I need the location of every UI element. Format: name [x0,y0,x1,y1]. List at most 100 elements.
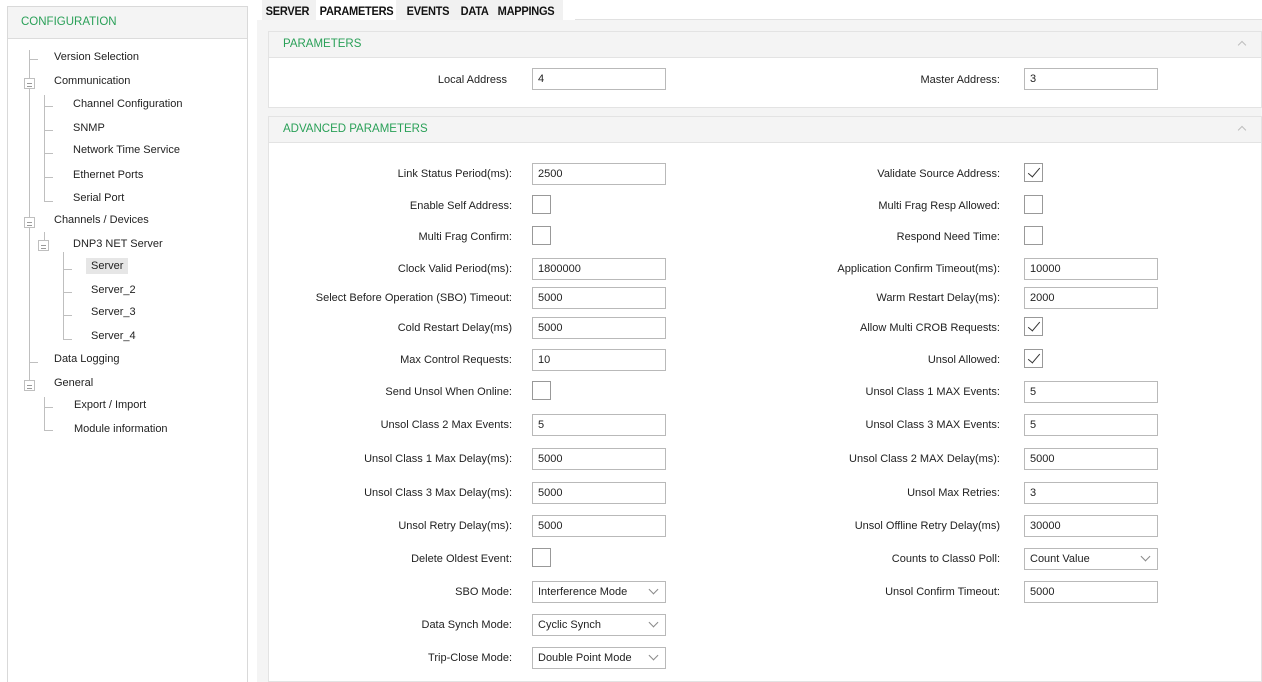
send-unsol-when-online-label: Send Unsol When Online: [385,386,512,398]
tree-expander-channels-devices-icon[interactable] [24,217,35,228]
tree-item-label: Ethernet Ports [73,169,144,181]
unsol-confirm-timeout-label: Unsol Confirm Timeout: [885,586,1000,598]
select-before-operation-sbo-timeout-input[interactable] [532,287,666,309]
sbo-mode-select-value: Interference Mode [538,586,628,598]
clock-valid-period-ms-input[interactable] [532,258,666,280]
tree-item-label: Communication [54,75,131,87]
tab-parameters[interactable]: PARAMETERS [316,0,397,20]
tree-item-ethernet-ports[interactable]: Ethernet Ports [73,166,143,184]
unsol-max-retries-input[interactable] [1024,482,1158,504]
tab-bar: SERVER PARAMETERS EVENTS DATA MAPPINGS [262,0,563,20]
tree-line [63,315,72,316]
collapse-icon[interactable] [1236,38,1248,50]
tree-item-label: Serial Port [73,192,125,204]
multi-frag-resp-allowed-checkbox[interactable] [1024,195,1043,214]
local-address-input[interactable] [532,68,666,90]
data-synch-mode-select-value: Cyclic Synch [538,619,601,631]
link-status-period-ms-input[interactable] [532,163,666,185]
warm-restart-delay-ms-input[interactable] [1024,287,1158,309]
tree-line [63,269,72,270]
multi-frag-resp-allowed-label: Multi Frag Resp Allowed: [878,200,1000,212]
max-control-requests-input[interactable] [532,349,666,371]
tab-events[interactable]: EVENTS [403,0,452,20]
tree-line [44,177,53,178]
unsol-class-2-max-delay-ms-input[interactable] [1024,448,1158,470]
unsol-class-1-max-delay-ms-label: Unsol Class 1 Max Delay(ms): [364,453,512,465]
tree-item-module-information[interactable]: Module information [74,420,168,438]
unsol-confirm-timeout-input[interactable] [1024,581,1158,603]
unsol-offline-retry-delay-ms-input[interactable] [1024,515,1158,537]
tree-item-label: Module information [74,423,168,435]
tree-item-communication[interactable]: Communication [54,72,130,90]
collapse-icon[interactable] [1236,123,1248,135]
tree-item-label: Data Logging [54,353,120,365]
respond-need-time-checkbox[interactable] [1024,226,1043,245]
tree-item-serial-port[interactable]: Serial Port [73,189,124,207]
multi-frag-confirm-checkbox[interactable] [532,226,551,245]
main-panel: PARAMETERS Local Address Master Address:… [257,20,1262,682]
tree-item-server-3[interactable]: Server_3 [91,303,136,321]
chevron-down-icon [649,620,657,628]
tree-item-network-time-service[interactable]: Network Time Service [73,141,180,159]
tree-line [63,339,72,340]
unsol-class-3-max-events-input[interactable] [1024,414,1158,436]
validate-source-address-checkbox[interactable] [1024,163,1043,182]
tab-mappings[interactable]: MAPPINGS [494,0,557,20]
counts-to-class0-poll-label: Counts to Class0 Poll: [891,553,1000,565]
tree-expander-dnp3-net-server-icon[interactable] [38,240,49,251]
unsol-class-3-max-delay-ms-input[interactable] [532,482,666,504]
tree-item-data-logging[interactable]: Data Logging [54,350,119,368]
tree-expander-general-icon[interactable] [24,380,35,391]
trip-close-mode-select[interactable]: Double Point Mode [532,647,666,669]
tree-item-dnp3-net-server[interactable]: DNP3 NET Server [73,235,163,253]
unsol-allowed-checkbox[interactable] [1024,349,1043,368]
chevron-down-icon [1141,554,1149,562]
master-address-input[interactable] [1024,68,1158,90]
parameters-section-header[interactable]: PARAMETERS [269,32,1261,58]
tree-line [44,201,53,202]
advanced-parameters-section-title: ADVANCED PARAMETERS [283,123,428,135]
trip-close-mode-label: Trip-Close Mode: [428,652,512,664]
tab-server[interactable]: SERVER [262,0,312,20]
tree-item-export-import[interactable]: Export / Import [74,396,146,414]
tree-item-general[interactable]: General [54,374,93,392]
tree-item-server-4[interactable]: Server_4 [91,327,136,345]
tree-line [44,106,53,107]
unsol-retry-delay-ms-input[interactable] [532,515,666,537]
sbo-mode-select[interactable]: Interference Mode [532,581,666,603]
unsol-class-1-max-events-input[interactable] [1024,381,1158,403]
tree-line [44,397,45,430]
respond-need-time-label: Respond Need Time: [896,231,1000,243]
tree-item-version-selection[interactable]: Version Selection [54,48,139,66]
tree-item-snmp[interactable]: SNMP [73,119,105,137]
link-status-period-ms-label: Link Status Period(ms): [397,168,512,180]
advanced-parameters-section: ADVANCED PARAMETERS Link Status Period(m… [268,116,1262,682]
unsol-class-2-max-events-label: Unsol Class 2 Max Events: [380,419,512,431]
advanced-parameters-section-header[interactable]: ADVANCED PARAMETERS [269,117,1261,143]
unsol-class-2-max-events-input[interactable] [532,414,666,436]
tree-item-server[interactable]: Server [86,257,129,275]
tree-item-server-2[interactable]: Server_2 [91,281,136,299]
delete-oldest-event-checkbox[interactable] [532,548,551,567]
application-confirm-timeout-ms-input[interactable] [1024,258,1158,280]
tree-item-label: Version Selection [54,51,139,63]
unsol-offline-retry-delay-ms-label: Unsol Offline Retry Delay(ms) [854,520,1000,532]
unsol-class-1-max-delay-ms-input[interactable] [532,448,666,470]
data-synch-mode-select[interactable]: Cyclic Synch [532,614,666,636]
tab-data[interactable]: DATA [457,0,491,20]
enable-self-address-checkbox[interactable] [532,195,551,214]
counts-to-class0-poll-select[interactable]: Count Value [1024,548,1158,570]
unsol-class-2-max-delay-ms-label: Unsol Class 2 MAX Delay(ms): [849,453,1000,465]
send-unsol-when-online-checkbox[interactable] [532,381,551,400]
trip-close-mode-select-value: Double Point Mode [538,652,632,664]
allow-multi-crob-requests-checkbox[interactable] [1024,317,1043,336]
tree-expander-communication-icon[interactable] [24,78,35,89]
unsol-class-3-max-delay-ms-label: Unsol Class 3 Max Delay(ms): [364,487,512,499]
unsol-allowed-label: Unsol Allowed: [927,354,1000,366]
cold-restart-delay-ms-input[interactable] [532,317,666,339]
tree-line [44,430,53,431]
local-address-label: Local Address [437,74,507,86]
tree-item-channels-devices[interactable]: Channels / Devices [54,211,149,229]
tree-item-channel-configuration[interactable]: Channel Configuration [73,95,182,113]
unsol-max-retries-label: Unsol Max Retries: [907,487,1000,499]
